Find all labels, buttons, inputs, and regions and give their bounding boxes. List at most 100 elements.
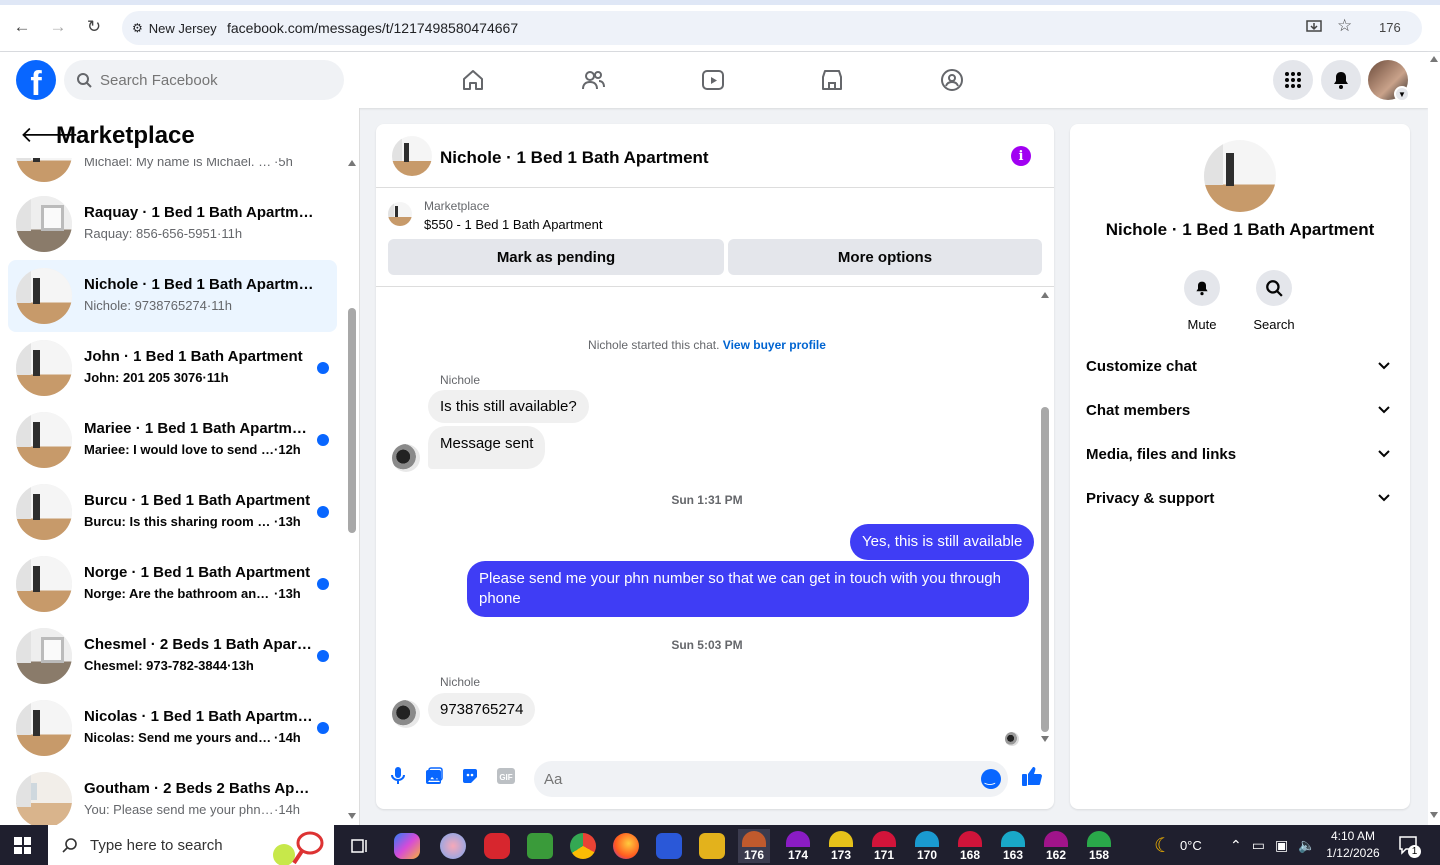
customize-chat-section[interactable]: Customize chat bbox=[1086, 346, 1394, 386]
extension-counter[interactable]: 176 bbox=[1379, 20, 1401, 35]
app-red-icon[interactable] bbox=[484, 833, 510, 859]
page-scrollbar[interactable] bbox=[1428, 52, 1440, 825]
outgoing-message[interactable]: Please send me your phn number so that w… bbox=[467, 561, 1029, 617]
scroll-up-icon[interactable] bbox=[348, 160, 356, 166]
photo-icon[interactable] bbox=[422, 764, 446, 788]
video-icon[interactable] bbox=[699, 66, 727, 94]
firefox-icon[interactable] bbox=[613, 833, 639, 859]
profile-avatar[interactable]: ▼ bbox=[1368, 60, 1410, 102]
taskbar-badge-app[interactable]: 173 bbox=[825, 829, 857, 863]
chat-avatar[interactable] bbox=[392, 136, 432, 176]
chevron-up-icon[interactable]: ⌃ bbox=[1230, 837, 1242, 854]
scrollbar-thumb[interactable] bbox=[348, 308, 356, 533]
mute-action[interactable]: Mute bbox=[1174, 270, 1230, 332]
chat-profile-avatar[interactable] bbox=[1204, 140, 1276, 212]
like-thumb-icon[interactable] bbox=[1020, 764, 1044, 788]
bell-icon[interactable] bbox=[1184, 270, 1220, 306]
microphone-icon[interactable] bbox=[386, 764, 410, 788]
menu-grid-icon[interactable] bbox=[1273, 60, 1313, 100]
app-blue-icon[interactable] bbox=[656, 833, 682, 859]
taskbar-badge-app[interactable]: 176 bbox=[738, 829, 770, 863]
view-buyer-profile-link[interactable]: View buyer profile bbox=[723, 338, 826, 352]
facebook-search-box[interactable] bbox=[64, 60, 344, 100]
message-input[interactable] bbox=[544, 770, 964, 788]
notification-center-icon[interactable]: 1 bbox=[1398, 825, 1421, 865]
emoji-icon[interactable] bbox=[981, 769, 1001, 789]
privacy-support-section[interactable]: Privacy & support bbox=[1086, 478, 1394, 518]
facebook-logo[interactable]: f bbox=[16, 60, 56, 100]
taskbar-badge-app[interactable]: 158 bbox=[1083, 829, 1115, 863]
network-icon[interactable]: ▣ bbox=[1275, 837, 1288, 854]
spreadsheet-icon[interactable] bbox=[527, 833, 553, 859]
scroll-down-icon[interactable] bbox=[1041, 736, 1049, 742]
outgoing-message[interactable]: Yes, this is still available bbox=[850, 524, 1035, 560]
search-icon[interactable] bbox=[1256, 270, 1292, 306]
groups-icon[interactable] bbox=[938, 66, 966, 94]
windows-start-icon[interactable] bbox=[14, 837, 31, 854]
conversation-item[interactable]: John · 1 Bed 1 Bath Apartment John: 201 … bbox=[8, 332, 337, 404]
chrome-icon[interactable] bbox=[570, 833, 596, 859]
location-chip[interactable]: ⚙ New Jersey bbox=[128, 16, 225, 40]
marketplace-icon[interactable] bbox=[818, 66, 846, 94]
taskbar-badge-app[interactable]: 170 bbox=[911, 829, 943, 863]
conversation-item[interactable]: Mariee · 1 Bed 1 Bath Apartment Mariee: … bbox=[8, 404, 337, 476]
more-options-button[interactable]: More options bbox=[728, 239, 1042, 275]
paint-icon[interactable] bbox=[440, 833, 466, 859]
home-icon[interactable] bbox=[459, 66, 487, 94]
taskbar-badge-app[interactable]: 162 bbox=[1040, 829, 1072, 863]
reload-icon[interactable]: ↻ bbox=[83, 16, 105, 38]
install-icon[interactable] bbox=[1305, 18, 1323, 39]
scroll-down-icon[interactable] bbox=[1430, 812, 1438, 818]
conversation-item[interactable]: Norge · 1 Bed 1 Bath Apartment Norge: Ar… bbox=[8, 548, 337, 620]
scroll-up-icon[interactable] bbox=[1041, 292, 1049, 298]
conversation-item[interactable]: Chesmel · 2 Beds 1 Bath Apart... Chesmel… bbox=[8, 620, 337, 692]
media-files-links-section[interactable]: Media, files and links bbox=[1086, 434, 1394, 474]
bookmark-star-icon[interactable]: ☆ bbox=[1337, 16, 1352, 36]
sender-avatar[interactable] bbox=[392, 444, 420, 472]
scroll-up-icon[interactable] bbox=[1430, 56, 1438, 62]
url-text[interactable]: facebook.com/messages/t/1217498580474667 bbox=[227, 20, 518, 36]
taskbar-badge-app[interactable]: 171 bbox=[868, 829, 900, 863]
incoming-message[interactable]: Message sent bbox=[428, 426, 546, 469]
notifications-bell-icon[interactable] bbox=[1321, 60, 1361, 100]
conversation-item[interactable]: Burcu · 1 Bed 1 Bath Apartment Burcu: Is… bbox=[8, 476, 337, 548]
chat-title[interactable]: Nichole · 1 Bed 1 Bath Apartment bbox=[440, 148, 709, 168]
conversation-item-active[interactable]: Nichole · 1 Bed 1 Bath Apartment Nichole… bbox=[8, 260, 337, 332]
message-thread-scrollbar[interactable] bbox=[1040, 292, 1050, 744]
back-icon[interactable]: ← bbox=[11, 16, 33, 38]
facebook-search-input[interactable] bbox=[100, 71, 320, 89]
meet-icon[interactable]: ▭ bbox=[1252, 837, 1265, 854]
conversation-item[interactable]: Raquay · 1 Bed 1 Bath Apartment Raquay: … bbox=[8, 188, 337, 260]
sticker-icon[interactable] bbox=[458, 764, 482, 788]
incoming-message[interactable]: 9738765274 bbox=[428, 693, 536, 726]
sender-avatar[interactable] bbox=[392, 700, 420, 728]
scrollbar-thumb[interactable] bbox=[1041, 407, 1049, 732]
system-clock[interactable]: 4:10 AM 1/12/2026 bbox=[1318, 828, 1388, 862]
taskbar-badge-app[interactable]: 163 bbox=[997, 829, 1029, 863]
search-action[interactable]: Search bbox=[1246, 270, 1302, 332]
forward-icon[interactable]: → bbox=[47, 16, 69, 38]
scroll-down-icon[interactable] bbox=[348, 813, 356, 819]
conversation-list-scrollbar[interactable] bbox=[347, 158, 357, 819]
chat-members-section[interactable]: Chat members bbox=[1086, 390, 1394, 430]
info-icon[interactable]: i bbox=[1011, 146, 1031, 166]
incoming-message[interactable]: Is this still available? bbox=[428, 390, 589, 423]
friends-icon[interactable] bbox=[579, 66, 607, 94]
gif-icon[interactable]: GIF bbox=[494, 764, 518, 788]
volume-icon[interactable]: 🔈 bbox=[1298, 837, 1315, 854]
copilot-icon[interactable] bbox=[394, 833, 420, 859]
listing-price[interactable]: $550 - 1 Bed 1 Bath Apartment bbox=[424, 217, 603, 232]
taskbar-badge-app[interactable]: 174 bbox=[782, 829, 814, 863]
conversation-item[interactable]: Nicolas · 1 Bed 1 Bath Apartment Nicolas… bbox=[8, 692, 337, 764]
message-input-box[interactable] bbox=[534, 761, 1008, 797]
task-view-icon[interactable] bbox=[347, 833, 373, 859]
conversation-item[interactable]: Goutham · 2 Beds 2 Baths Apart... You: P… bbox=[8, 764, 337, 825]
app-yellow-icon[interactable] bbox=[699, 833, 725, 859]
taskbar-badge-app[interactable]: 168 bbox=[954, 829, 986, 863]
weather-widget[interactable]: ☾ 0°C bbox=[1154, 825, 1202, 865]
taskbar-search-box[interactable]: Type here to search bbox=[48, 825, 334, 865]
listing-thumbnail bbox=[16, 700, 72, 756]
mark-as-pending-button[interactable]: Mark as pending bbox=[388, 239, 724, 275]
address-bar[interactable]: ⚙ New Jersey facebook.com/messages/t/121… bbox=[122, 11, 1422, 45]
listing-thumbnail[interactable] bbox=[388, 202, 412, 226]
